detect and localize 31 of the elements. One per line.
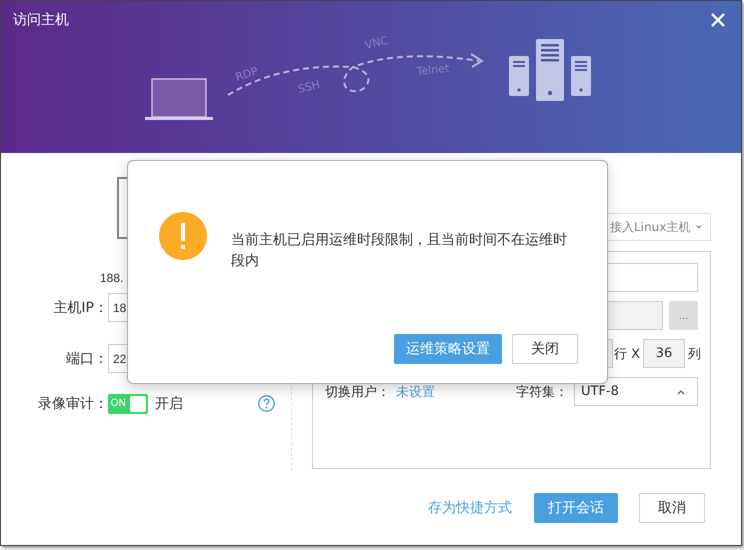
close-button[interactable]: 关闭 bbox=[512, 334, 578, 364]
switch-user-label: 切换用户： bbox=[325, 384, 390, 400]
charset-label: 字符集： bbox=[516, 384, 568, 400]
recording-switch[interactable]: ON bbox=[108, 394, 148, 414]
protocol-label: RDP bbox=[234, 64, 260, 84]
browse-button[interactable]: ... bbox=[669, 301, 698, 330]
protocol-label: Telnet bbox=[416, 62, 450, 78]
host-address: 188. bbox=[100, 271, 124, 286]
policy-settings-button[interactable]: 运维策略设置 bbox=[394, 334, 502, 364]
columns-label: 列 bbox=[688, 346, 701, 362]
cancel-button[interactable]: 取消 bbox=[639, 493, 705, 523]
switch-user-link[interactable]: 未设置 bbox=[396, 382, 435, 400]
help-icon[interactable] bbox=[258, 395, 275, 412]
servers-icon bbox=[509, 39, 591, 101]
recording-state: 开启 bbox=[155, 394, 183, 412]
protocol-label: SSH bbox=[296, 78, 322, 96]
warning-icon bbox=[159, 212, 207, 260]
protocol-label: VNC bbox=[364, 34, 390, 52]
field-label: 端口： bbox=[65, 350, 108, 368]
field-label: 主机IP： bbox=[52, 298, 108, 316]
chevron-down-icon bbox=[696, 224, 702, 230]
save-shortcut-link[interactable]: 存为快捷方式 bbox=[428, 499, 512, 517]
window-title: 访问主机 bbox=[13, 11, 69, 29]
columns-field[interactable]: 36 bbox=[643, 339, 685, 368]
close-icon[interactable] bbox=[711, 13, 725, 27]
alert-message: 当前主机已启用运维时段限制，且当前时间不在运维时段内 bbox=[231, 231, 568, 271]
laptop-icon bbox=[145, 78, 213, 120]
open-session-button[interactable]: 打开会话 bbox=[534, 493, 618, 523]
field-label: 录像审计： bbox=[37, 394, 108, 412]
rows-label: 行 X bbox=[614, 346, 640, 362]
chevron-up-icon bbox=[677, 388, 685, 394]
